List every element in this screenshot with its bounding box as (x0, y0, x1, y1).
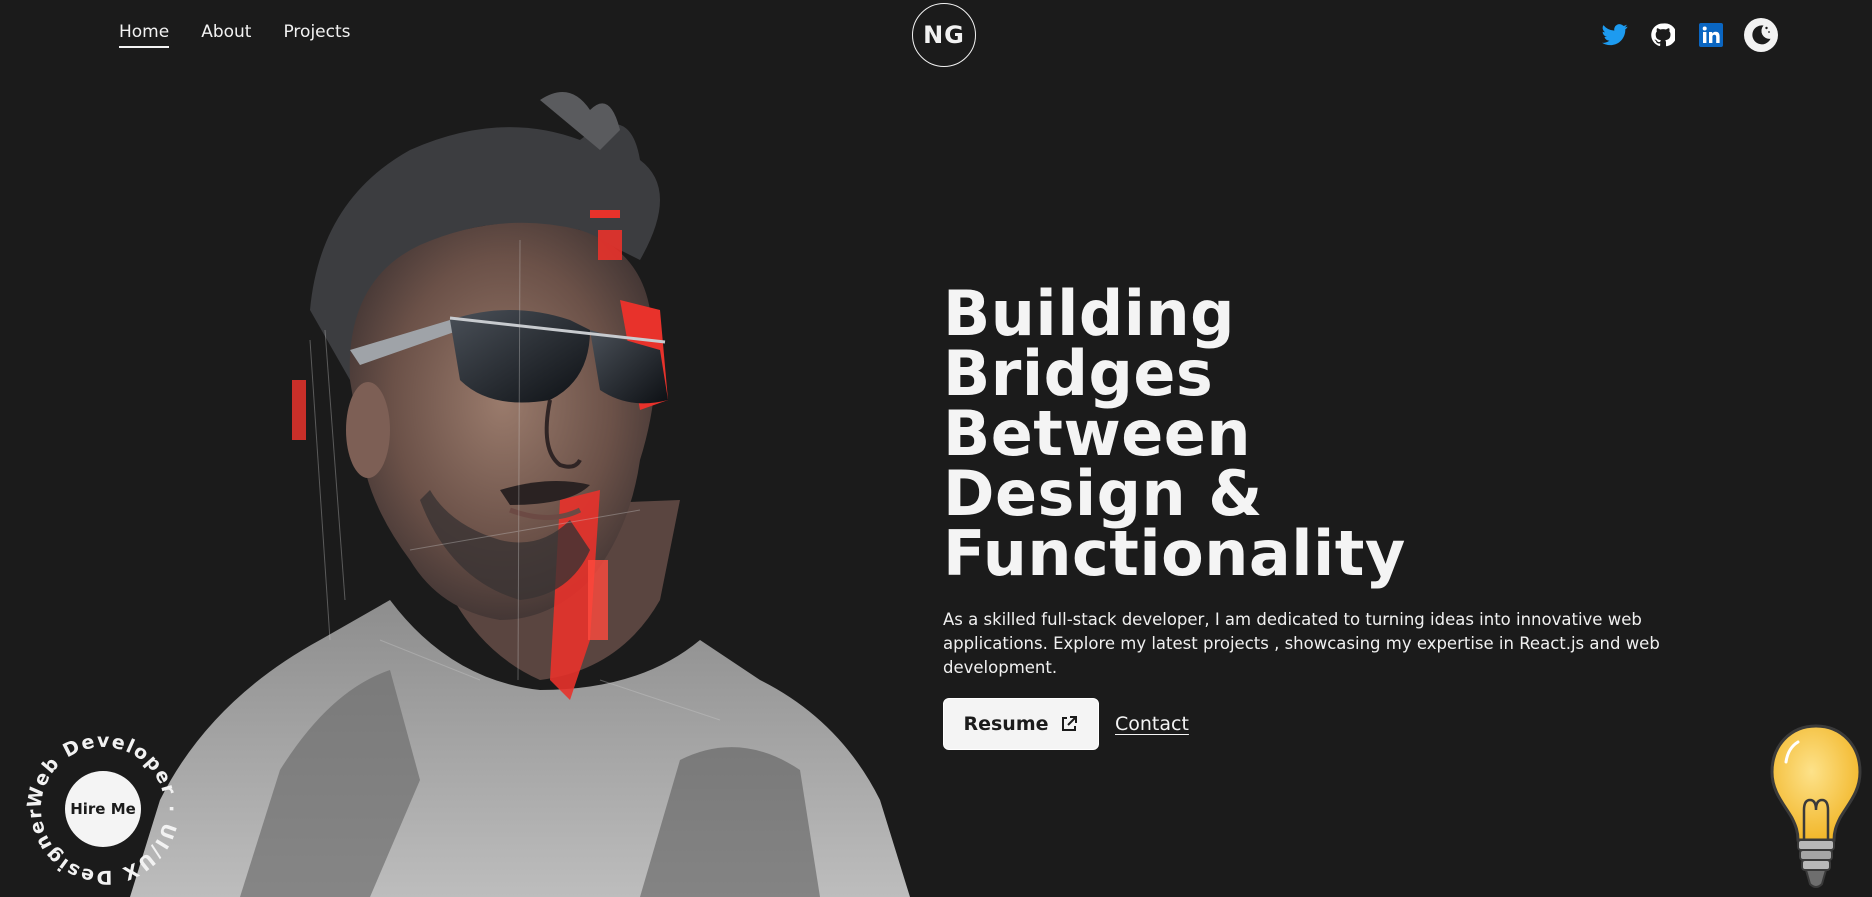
main-nav: Home About Projects (119, 22, 351, 48)
headline-line: Building (943, 277, 1236, 350)
nav-about-link[interactable]: About (201, 22, 251, 48)
twitter-icon[interactable] (1600, 20, 1630, 50)
hero-section: Building Bridges Between Design & Functi… (943, 277, 1743, 750)
developer-portrait-image (130, 92, 910, 897)
site-logo[interactable]: NG (912, 3, 976, 67)
headline-line: Between (943, 397, 1251, 470)
linkedin-icon[interactable] (1696, 20, 1726, 50)
contact-link[interactable]: Contact (1115, 713, 1189, 735)
hire-me-badge: Web Developer · UI/UX Designer · Hire Me (26, 732, 180, 886)
landing-page: Home About Projects NG Building Bridges … (0, 0, 1872, 897)
hero-description: As a skilled full-stack developer, I am … (943, 610, 1660, 677)
nav-home-link[interactable]: Home (119, 22, 170, 48)
hero-headline: Building Bridges Between Design & Functi… (943, 277, 1743, 590)
lightbulb-icon (1770, 724, 1862, 888)
github-icon[interactable] (1648, 20, 1678, 50)
external-link-icon (1061, 716, 1077, 731)
nav-projects-link[interactable]: Projects (283, 22, 350, 48)
resume-label: Resume (963, 713, 1049, 735)
moon-icon[interactable] (1744, 18, 1778, 52)
hire-me-button[interactable]: Hire Me (65, 771, 141, 847)
headline-line: Bridges (943, 337, 1214, 410)
resume-button[interactable]: Resume (943, 698, 1099, 750)
logo-text: NG (923, 21, 965, 49)
headline-line: Functionality (943, 517, 1406, 590)
social-links (1600, 18, 1778, 52)
headline-line: Design & (943, 457, 1263, 530)
hero-actions: Resume Contact (943, 698, 1743, 750)
